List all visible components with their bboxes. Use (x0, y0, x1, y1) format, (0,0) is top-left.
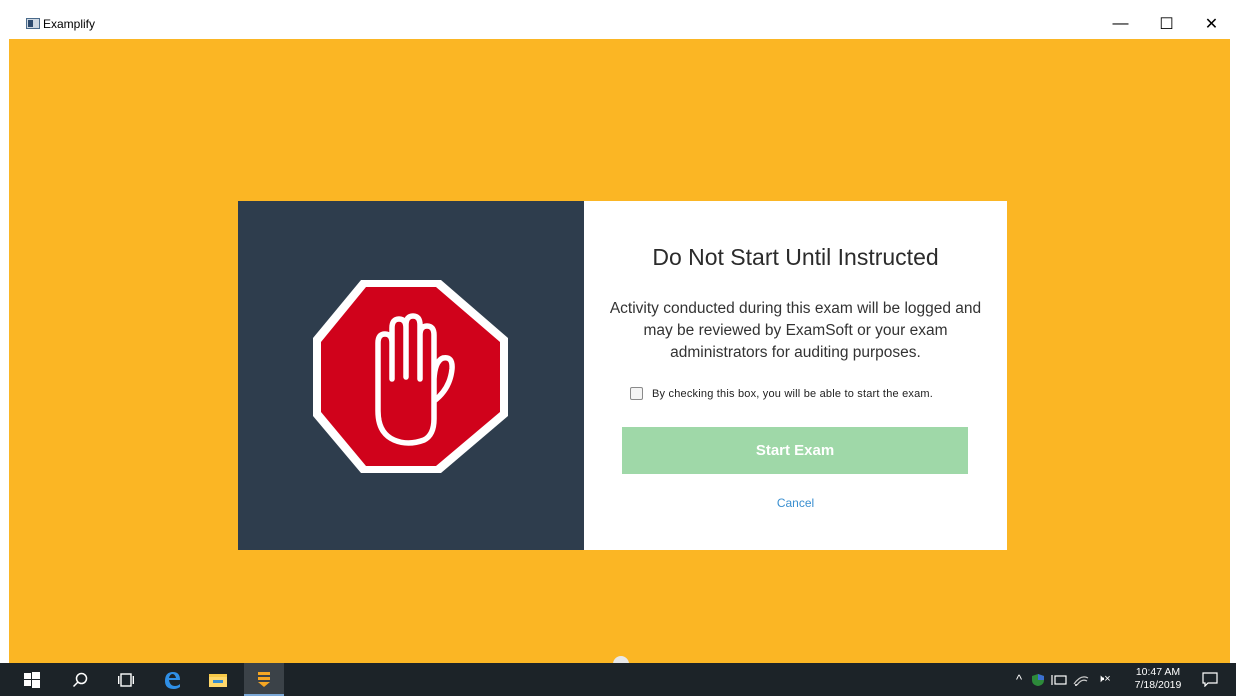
security-icon[interactable] (1028, 673, 1048, 687)
dialog-title: Do Not Start Until Instructed (652, 244, 939, 270)
window-title: Examplify (43, 17, 96, 31)
search-icon[interactable] (60, 663, 100, 696)
minimize-button[interactable]: — (1098, 9, 1143, 39)
windows-start-icon[interactable] (12, 663, 52, 696)
network-icon[interactable] (1048, 674, 1070, 686)
app-window-icon (26, 18, 40, 29)
wifi-icon[interactable] (1070, 674, 1092, 686)
stop-hand-icon (313, 280, 508, 473)
window-frame-right (1230, 0, 1236, 696)
cancel-link[interactable]: Cancel (584, 496, 1007, 510)
start-exam-button[interactable]: Start Exam (622, 427, 968, 474)
chevron-up-icon[interactable]: ^ (1010, 672, 1028, 687)
window-frame-left (0, 0, 9, 696)
acknowledge-row[interactable]: By checking this box, you will be able t… (630, 387, 933, 400)
system-clock[interactable]: 10:47 AM 7/18/2019 (1130, 666, 1186, 692)
dialog-message: Activity conducted during this exam will… (609, 300, 982, 361)
maximize-button[interactable]: ☐ (1144, 9, 1189, 39)
examplify-icon[interactable] (244, 663, 284, 696)
file-explorer-icon[interactable] (198, 663, 238, 696)
app-background: Do Not Start Until Instructed Activity c… (9, 39, 1230, 663)
taskbar: ^ 🕨× 10:47 AM 7/18/2019 (0, 663, 1236, 696)
dialog-illustration-panel (238, 201, 584, 550)
volume-muted-icon[interactable]: 🕨× (1092, 673, 1116, 686)
edge-icon[interactable] (152, 663, 192, 696)
notification-icon[interactable] (1192, 663, 1228, 696)
acknowledge-checkbox[interactable] (630, 387, 643, 400)
close-button[interactable]: ✕ (1189, 9, 1234, 39)
exam-start-dialog: Do Not Start Until Instructed Activity c… (238, 201, 1007, 550)
title-bar: Examplify — ☐ ✕ (9, 9, 1230, 39)
dialog-content-panel: Do Not Start Until Instructed Activity c… (584, 201, 1007, 550)
task-view-icon[interactable] (106, 663, 146, 696)
acknowledge-checkbox-label[interactable]: By checking this box, you will be able t… (652, 388, 933, 400)
system-tray: ^ 🕨× (1010, 663, 1116, 696)
clock-date: 7/18/2019 (1134, 679, 1182, 691)
clock-time: 10:47 AM (1135, 666, 1181, 678)
